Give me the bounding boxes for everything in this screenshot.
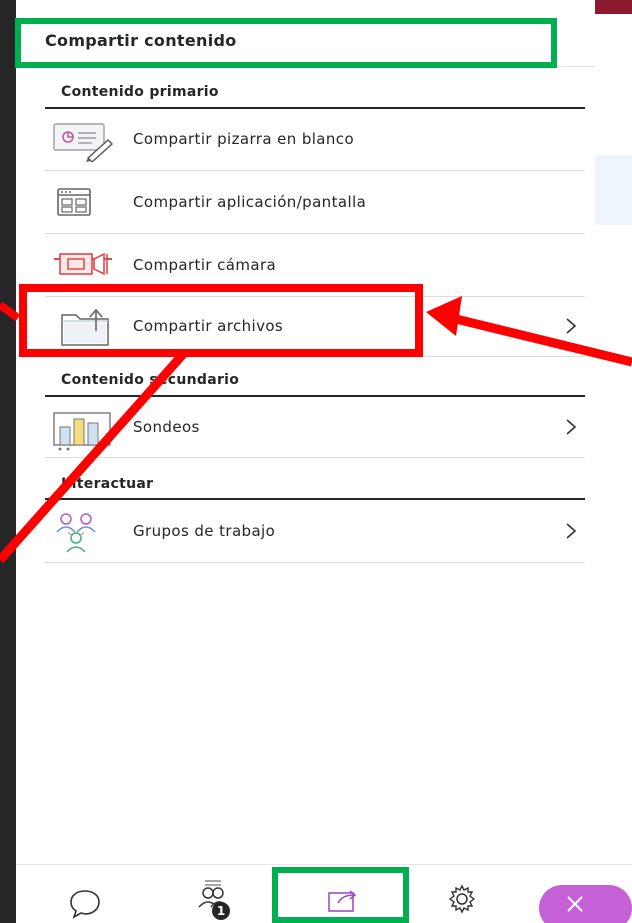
chevron-right-icon [563,316,579,336]
left-edge-strip [0,0,16,923]
bottom-toolbar: 1 [16,864,632,923]
settings-button[interactable] [436,865,488,923]
application-window-icon [52,181,114,225]
section-label-primary: Contenido primario [61,84,219,100]
chat-button[interactable] [60,865,112,923]
chevron-right-icon [563,521,579,541]
section-label-interact: Interactuar [61,476,154,492]
share-content-button[interactable] [286,865,404,923]
camera-icon [52,244,114,288]
menu-item-share-files[interactable]: Compartir archivos [45,295,585,357]
attendee-count-badge: 1 [212,902,230,920]
menu-item-label: Compartir aplicación/pantalla [133,193,367,211]
chat-bubble-icon [68,887,102,923]
breakout-groups-icon [52,510,114,554]
menu-item-breakout-groups[interactable]: Grupos de trabajo [45,500,585,563]
section-label-secondary: Contenido secundario [61,372,240,388]
poll-chart-icon [52,407,114,451]
menu-item-label: Compartir archivos [133,316,284,335]
whiteboard-icon [52,118,114,163]
header-separator [16,66,595,67]
share-icon [326,887,360,919]
right-content-strip [595,14,632,864]
close-icon [564,893,586,919]
menu-item-share-camera[interactable]: Compartir cámara [45,234,585,297]
file-upload-icon [52,305,114,349]
panel-title: Compartir contenido [45,31,237,50]
menu-item-label: Compartir pizarra en blanco [133,130,355,148]
menu-item-label: Compartir cámara [133,256,277,274]
menu-item-label: Sondeos [133,418,200,436]
right-content-highlight [595,155,632,225]
close-button[interactable] [539,885,632,923]
menu-item-share-application[interactable]: Compartir aplicación/pantalla [45,171,585,234]
gear-icon [446,883,478,919]
menu-item-label: Grupos de trabajo [133,522,276,540]
menu-item-polls[interactable]: Sondeos [45,397,585,458]
menu-item-share-whiteboard[interactable]: Compartir pizarra en blanco [45,108,585,171]
chevron-right-icon [563,417,579,437]
attendees-button[interactable]: 1 [188,865,240,923]
